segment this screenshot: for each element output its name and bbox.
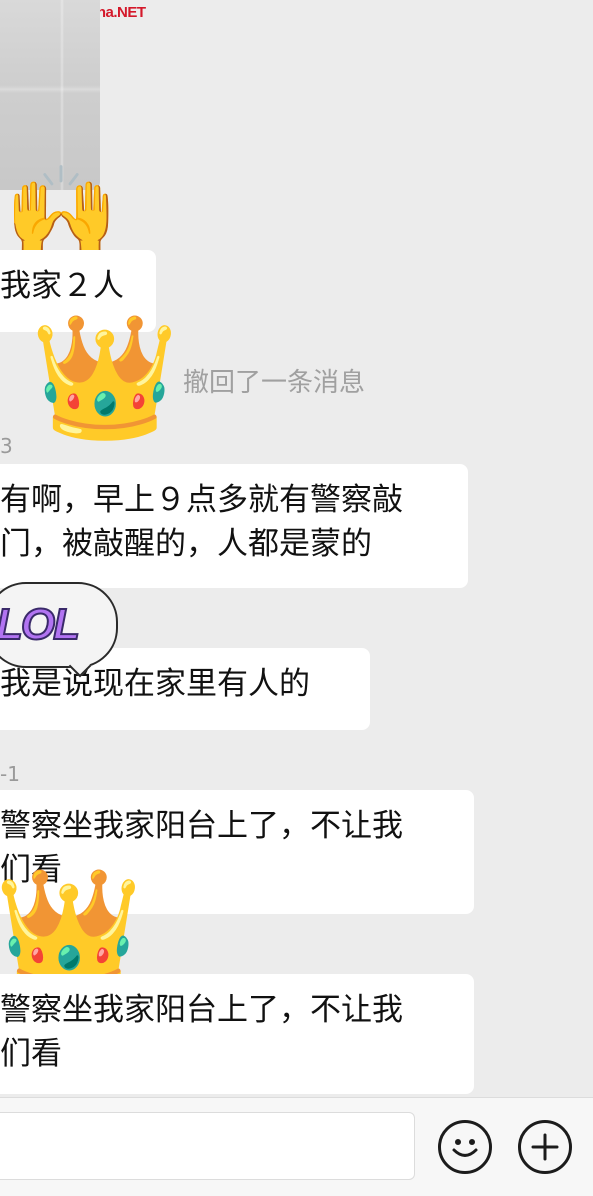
crown-icon: 👑 bbox=[30, 308, 180, 447]
message-text: 警察坐我家阳台上了，不让我 bbox=[0, 992, 403, 1028]
message-text: 有啊，早上９点多就有警察敲 bbox=[0, 482, 403, 518]
smiley-face-icon[interactable] bbox=[438, 1120, 492, 1174]
sender-name: -1 bbox=[0, 762, 20, 786]
message-bubble[interactable]: 警察坐我家阳台上了，不让我 们看 bbox=[0, 974, 474, 1094]
raised-hands-icon: 🙌 bbox=[4, 160, 119, 267]
sender-name: 3 bbox=[0, 434, 13, 458]
lol-sticker-text: LOL bbox=[0, 599, 81, 650]
plus-circle-icon[interactable] bbox=[518, 1120, 572, 1174]
message-text: 门，被敲醒的，人都是蒙的 bbox=[0, 526, 372, 562]
system-notice: 撤回了一条消息 bbox=[183, 368, 366, 398]
message-text: 警察坐我家阳台上了，不让我 bbox=[0, 808, 403, 844]
input-bar bbox=[0, 1097, 593, 1196]
message-text: 我家２人 bbox=[0, 268, 124, 304]
message-text: 们看 bbox=[0, 1036, 62, 1072]
message-input[interactable] bbox=[0, 1112, 415, 1180]
message-bubble[interactable]: 有啊，早上９点多就有警察敲 门，被敲醒的，人都是蒙的 bbox=[0, 464, 468, 588]
lol-sticker: LOL bbox=[0, 582, 118, 668]
message-text: 我是说现在家里有人的 bbox=[0, 666, 310, 702]
